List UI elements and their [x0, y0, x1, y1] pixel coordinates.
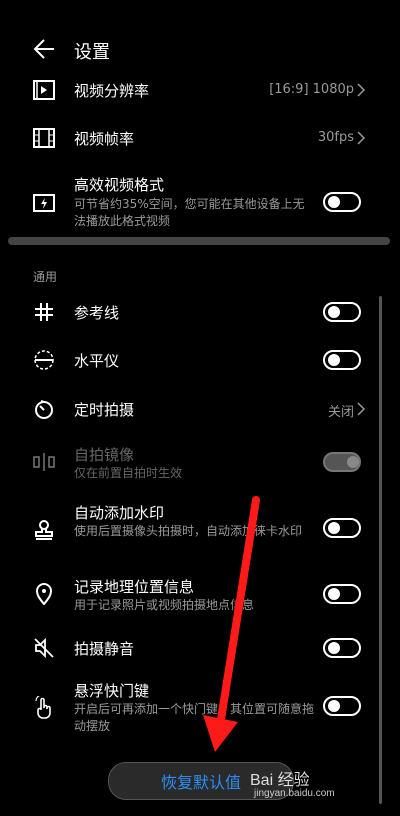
floating-shutter-row[interactable]: 悬浮快门键 开启后可再添加一个快门键，其位置可随意拖动摆放	[0, 680, 400, 736]
mirror-toggle	[323, 452, 361, 472]
timer-row[interactable]: 定时拍摄 关闭	[0, 395, 400, 423]
gridlines-toggle[interactable]	[323, 302, 361, 322]
timer-value: 关闭	[327, 405, 354, 420]
floating-shutter-desc: 开启后可再添加一个快门键，其位置可随意拖动摆放	[74, 702, 315, 733]
location-row[interactable]: 记录地理位置信息 用于记录照片或视频拍摄地点信息	[0, 576, 400, 616]
mute-label: 拍摄静音	[74, 640, 135, 658]
mirror-desc: 仅在前置自拍时生效	[74, 466, 183, 480]
level-toggle[interactable]	[323, 350, 361, 370]
efficient-format-desc: 可节省约35%空间，您可能在其他设备上无法播放此格式视频	[74, 197, 305, 228]
location-pin-icon	[30, 580, 58, 608]
gridlines-row[interactable]: 参考线	[0, 298, 400, 326]
mirror-row: 自拍镜像 仅在前置自拍时生效	[0, 444, 400, 484]
touch-hand-icon	[30, 694, 58, 722]
timer-icon	[30, 395, 58, 423]
level-label: 水平仪	[74, 352, 120, 370]
efficient-video-format-row[interactable]: 高效视频格式 可节省约35%空间，您可能在其他设备上无法播放此格式视频	[0, 174, 400, 230]
watermark-label: 自动添加水印	[74, 504, 165, 522]
efficient-format-toggle[interactable]	[323, 192, 361, 212]
baidu-watermark-url: jingyan.baidu.com	[254, 788, 335, 799]
section-label-general: 通用	[33, 270, 58, 284]
back-arrow-icon[interactable]	[30, 34, 60, 64]
page-title: 设置	[74, 42, 110, 63]
video-framerate-label: 视频帧率	[74, 130, 135, 148]
baidu-watermark: Bai 经验	[250, 772, 310, 789]
location-label: 记录地理位置信息	[74, 578, 195, 596]
video-resolution-row[interactable]: 视频分辨率 [16:9] 1080p	[0, 76, 400, 104]
divider	[8, 237, 390, 245]
header: 设置	[0, 30, 400, 70]
floating-shutter-label: 悬浮快门键	[74, 682, 150, 700]
watermark-toggle[interactable]	[323, 518, 361, 538]
video-framerate-value: 30fps	[317, 130, 354, 145]
mute-toggle[interactable]	[323, 638, 361, 658]
level-icon	[30, 346, 58, 374]
grid-icon	[30, 298, 58, 326]
chevron-right-icon	[357, 402, 366, 416]
video-resolution-value: [16:9] 1080p	[269, 82, 354, 97]
efficient-format-icon	[30, 188, 58, 216]
location-desc: 用于记录照片或视频拍摄地点信息	[74, 598, 255, 612]
floating-shutter-toggle[interactable]	[323, 696, 361, 716]
mirror-label: 自拍镜像	[74, 446, 135, 464]
gridlines-label: 参考线	[74, 304, 120, 322]
video-resolution-icon	[30, 76, 58, 104]
location-toggle[interactable]	[323, 584, 361, 604]
efficient-format-label: 高效视频格式	[74, 176, 165, 194]
timer-label: 定时拍摄	[74, 401, 135, 419]
video-framerate-row[interactable]: 视频帧率 30fps	[0, 124, 400, 152]
video-resolution-label: 视频分辨率	[74, 82, 150, 100]
mute-row[interactable]: 拍摄静音	[0, 634, 400, 662]
mute-icon	[30, 634, 58, 662]
watermark-row[interactable]: 自动添加水印 使用后置摄像头拍摄时，自动添加徕卡水印	[0, 502, 400, 558]
watermark-desc: 使用后置摄像头拍摄时，自动添加徕卡水印	[74, 524, 303, 538]
film-icon	[30, 124, 58, 152]
chevron-right-icon	[357, 131, 366, 145]
chevron-right-icon	[357, 83, 366, 97]
level-row[interactable]: 水平仪	[0, 346, 400, 374]
mirror-icon	[30, 448, 58, 476]
stamp-icon	[30, 516, 58, 544]
